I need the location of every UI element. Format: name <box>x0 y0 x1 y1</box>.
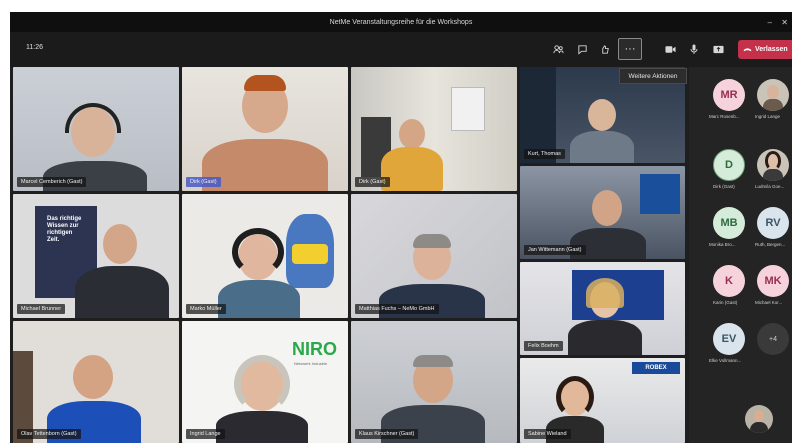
participant-photo[interactable] <box>757 79 789 111</box>
chat-icon[interactable] <box>574 41 590 57</box>
video-tile[interactable]: Matthias Fuchs – NeMo GmbH <box>351 194 517 318</box>
teams-meeting-window: NetMe Veranstaltungsreihe für die Worksh… <box>10 12 792 443</box>
participant-name: Marcel Cemberich (Gast) <box>17 177 87 187</box>
title-bar: NetMe Veranstaltungsreihe für die Worksh… <box>10 12 792 32</box>
participant-avatar[interactable]: MK <box>757 265 789 297</box>
self-view-avatar[interactable] <box>745 405 773 433</box>
video-tile[interactable]: NIRO Netzwerk Industrie Ingrid Lange <box>182 321 348 443</box>
video-tile[interactable]: Dirk (Gast) <box>182 67 348 191</box>
participant-name: Olav Tettenborn (Gast) <box>17 429 81 439</box>
leave-label: Verlassen <box>755 46 788 53</box>
participant-avatar[interactable]: RV <box>757 207 789 239</box>
participant-avatar[interactable]: MR <box>713 79 745 111</box>
participant-name: Klaus Kirschner (Gast) <box>355 429 419 439</box>
participant-avatar[interactable]: EV <box>713 323 745 355</box>
video-tile[interactable]: Marko Müller <box>182 194 348 318</box>
meeting-timer: 11:26 <box>26 44 43 51</box>
niro-logo: NIRO <box>292 339 337 359</box>
participant-name: Dirk (Gast) <box>186 177 221 187</box>
video-tile[interactable]: Jan Wittemann (Gast) <box>520 166 685 259</box>
participant-photo[interactable] <box>757 149 789 181</box>
participant-name: Kurt, Thomas <box>524 149 565 159</box>
leave-button[interactable]: Verlassen <box>738 40 792 59</box>
more-actions-tooltip: Weitere Aktionen <box>619 68 687 84</box>
participant-name: Felix Boehm <box>524 341 563 351</box>
video-tile[interactable]: Olav Tettenborn (Gast) <box>13 321 179 443</box>
participant-name: Jan Wittemann (Gast) <box>524 245 586 255</box>
video-grid: Marcel Cemberich (Gast) Dirk (Gast) Dirk… <box>13 67 685 443</box>
banner-text: Das richtige Wissen zur richtigen Zeit. <box>47 216 82 243</box>
video-tile[interactable]: Felix Boehm <box>520 262 685 355</box>
video-tile[interactable]: Marcel Cemberich (Gast) <box>13 67 179 191</box>
reactions-icon[interactable] <box>597 41 613 57</box>
people-icon[interactable] <box>550 41 566 57</box>
video-tile[interactable]: ROBEX Sabine Wieland <box>520 358 685 443</box>
more-actions-button[interactable]: ··· <box>618 38 642 60</box>
mic-icon[interactable] <box>686 41 702 57</box>
minimize-icon[interactable]: – <box>768 12 772 32</box>
participant-name: Ingrid Lange <box>186 429 225 439</box>
participant-name: Sabine Wieland <box>524 429 571 439</box>
share-icon[interactable] <box>710 41 726 57</box>
phone-hangup-icon <box>743 48 752 52</box>
camera-icon[interactable] <box>662 41 678 57</box>
video-tile[interactable]: Dirk (Gast) <box>351 67 517 191</box>
sign-text: ROBEX <box>632 362 680 374</box>
participant-avatar[interactable]: MB <box>713 207 745 239</box>
participants-panel: MR Marc Rosenb... Ingrid Lange D Dirk (G… <box>689 67 792 443</box>
participant-avatar[interactable]: K <box>713 265 745 297</box>
participant-name: Michael Brunner <box>17 304 66 314</box>
participant-name: Dirk (Gast) <box>355 177 390 187</box>
participant-name: Marko Müller <box>186 304 226 314</box>
more-participants-button[interactable]: +4 <box>757 323 789 355</box>
video-tile[interactable]: Das richtige Wissen zur richtigen Zeit. … <box>13 194 179 318</box>
video-tile[interactable]: Klaus Kirschner (Gast) <box>351 321 517 443</box>
close-icon[interactable]: ✕ <box>781 12 788 32</box>
window-title: NetMe Veranstaltungsreihe für die Worksh… <box>329 18 473 26</box>
participant-avatar[interactable]: D <box>713 149 745 181</box>
meeting-toolbar: 11:26 ··· Verlassen <box>10 32 792 67</box>
participant-name: Matthias Fuchs – NeMo GmbH <box>355 304 439 314</box>
